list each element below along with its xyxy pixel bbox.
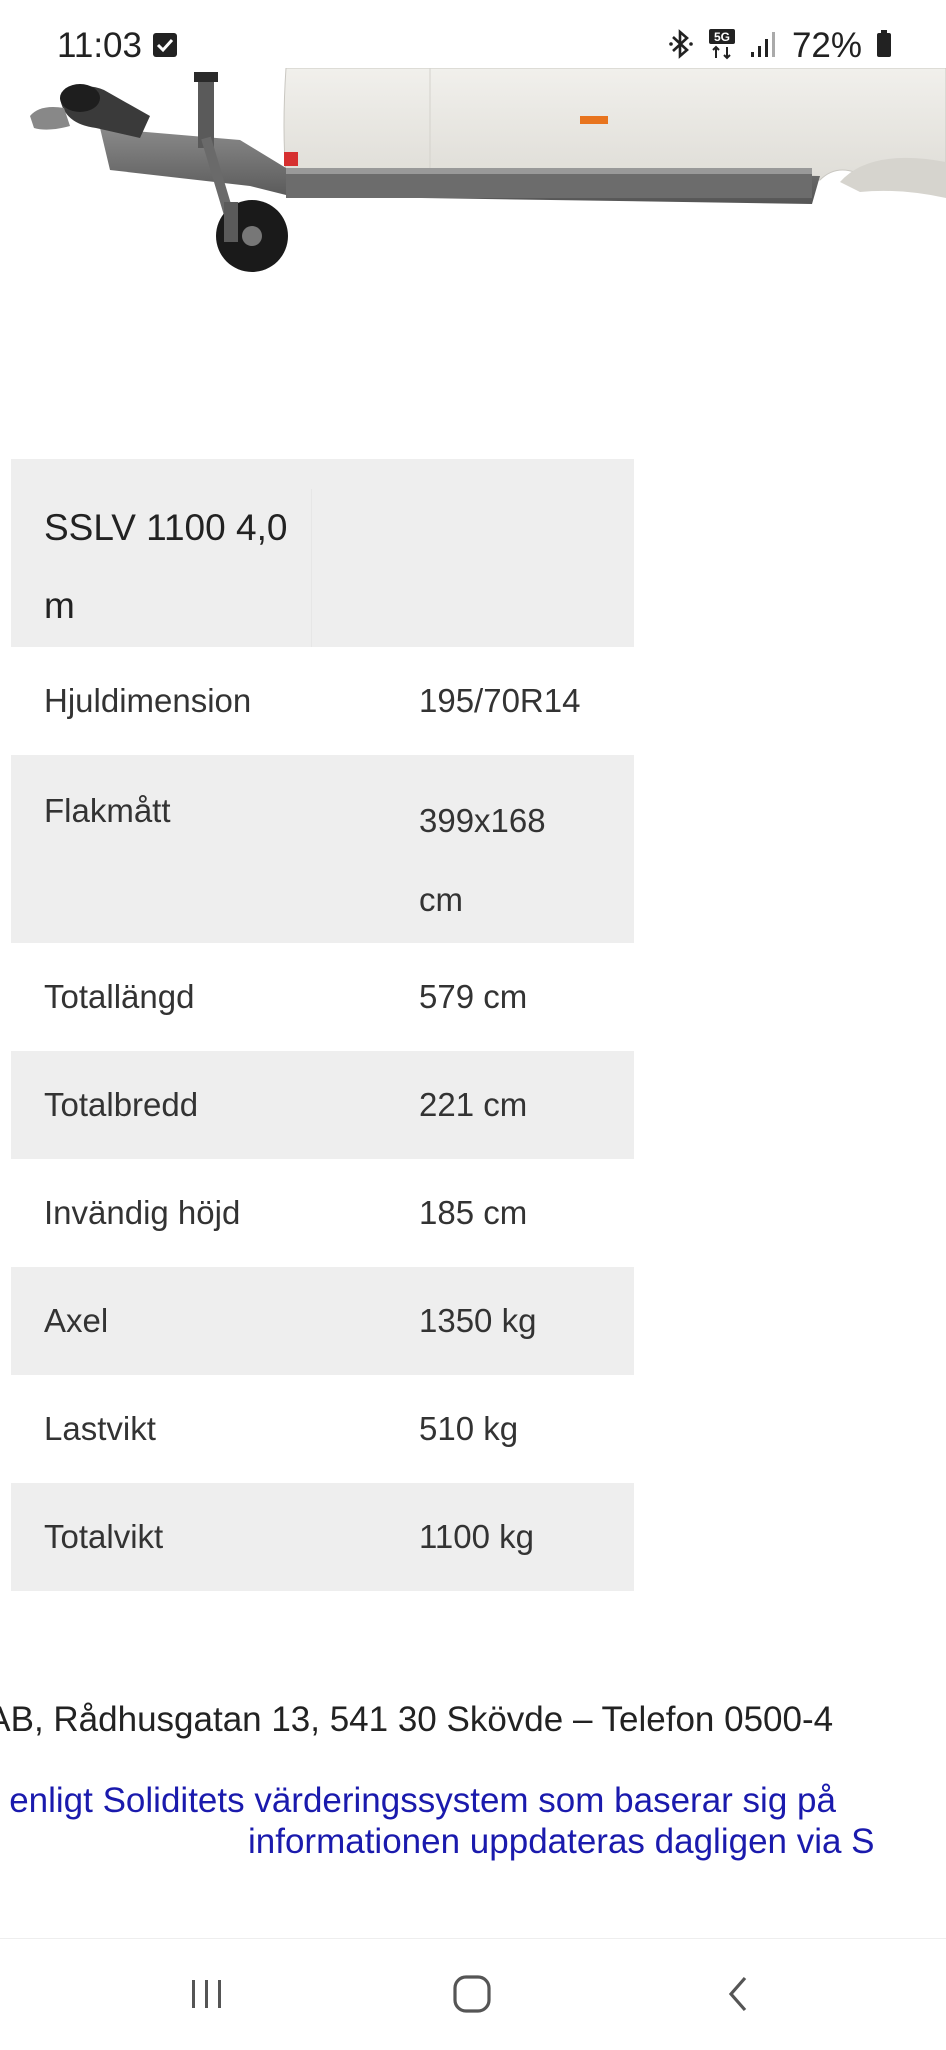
table-row: Hjuldimension 195/70R14 [11,647,634,755]
spec-value: 195/70R14 [419,682,581,719]
5g-data-icon: 5G [708,28,736,65]
spec-label: Totallängd [44,978,195,1015]
spec-label: Lastvikt [44,1410,156,1447]
navigation-bar [0,1938,946,2050]
spec-value: 1350 kg [419,1302,537,1339]
status-time: 11:03 [57,26,142,65]
back-icon[interactable] [708,1967,768,2021]
spec-label: Totalvikt [44,1518,164,1555]
signal-icon [750,30,778,63]
table-row: Totallängd 579 cm [11,943,634,1051]
battery-percentage: 72% [791,26,862,65]
trailer-image [0,68,946,288]
bluetooth-icon [668,28,694,64]
table-row: Totalbredd 221 cm [11,1051,634,1159]
spec-value: 185 cm [419,1194,528,1231]
spec-table-header-empty [311,489,634,647]
table-row: Axel 1350 kg [11,1267,634,1375]
footer-address: n AB, Rådhusgatan 13, 541 30 Skövde – Te… [0,1700,834,1739]
table-row: Lastvikt 510 kg [11,1375,634,1483]
spec-table: SSLV 1100 4,0 m Hjuldimension 195/70R14 … [11,459,634,1591]
spec-label: Totalbredd [44,1086,199,1123]
spec-table-header: SSLV 1100 4,0 m [11,459,634,647]
battery-icon [876,29,892,63]
svg-text:5G: 5G [714,30,730,44]
spec-value: 221 cm [419,1086,528,1123]
table-row: Flakmått 399x168 cm [11,755,634,943]
spec-value: 510 kg [419,1410,519,1447]
spec-value: 579 cm [419,978,528,1015]
status-icons: 5G 72% [668,26,892,66]
spec-label: Axel [44,1302,109,1339]
spec-label: Hjuldimension [44,682,252,719]
table-row: Totalvikt 1100 kg [11,1483,634,1591]
table-row: Invändig höjd 185 cm [11,1159,634,1267]
spec-table-title: SSLV 1100 4,0 m [44,507,288,626]
spec-label: Invändig höjd [44,1194,241,1231]
spec-value: 399x168 cm [419,802,546,918]
spec-label: Flakmått [44,792,171,829]
check-notification-icon [153,33,177,57]
recent-apps-icon[interactable] [177,1967,237,2021]
rating-info-link-continued[interactable]: informationen uppdateras dagligen via S [248,1822,875,1862]
home-icon[interactable] [442,1967,502,2021]
rating-info-link[interactable]: g enligt Soliditets värderingssystem som… [0,1781,836,1821]
spec-value: 1100 kg [419,1518,534,1555]
